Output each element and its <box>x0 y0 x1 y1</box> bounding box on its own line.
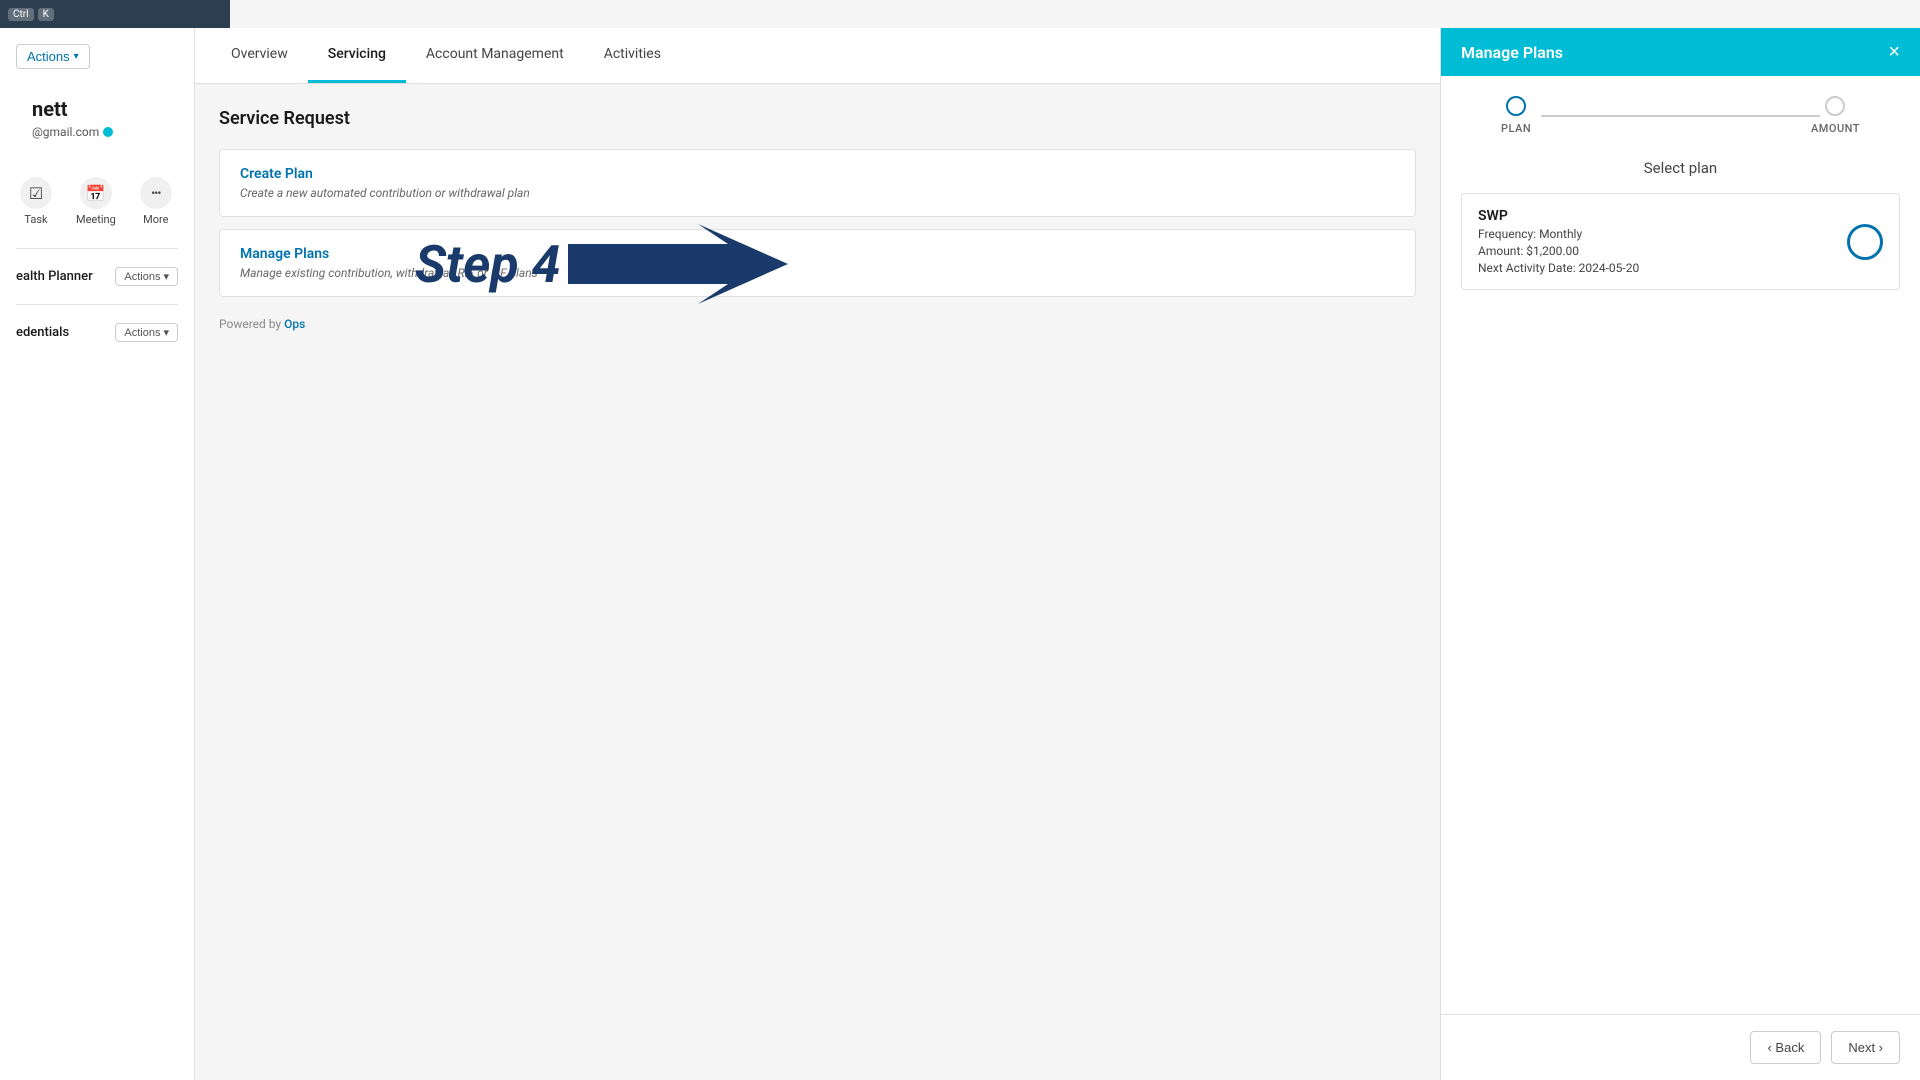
panel-close-button[interactable]: × <box>1888 42 1900 62</box>
plan-next-activity: Next Activity Date: 2024-05-20 <box>1478 261 1639 275</box>
manage-plans-panel: Manage Plans × PLAN AMOUNT Select plan S… <box>1440 28 1920 1080</box>
credentials-label: edentials <box>16 325 69 340</box>
task-button[interactable]: ☑ Task <box>8 171 64 232</box>
more-label: More <box>143 213 168 226</box>
plan-radio-button[interactable] <box>1847 224 1883 260</box>
create-plan-desc: Create a new automated contribution or w… <box>240 186 1395 200</box>
tab-account-management[interactable]: Account Management <box>406 28 584 83</box>
step-amount: AMOUNT <box>1811 96 1860 135</box>
ops-link[interactable]: Ops <box>284 317 305 331</box>
health-planner-label: ealth Planner <box>16 269 93 284</box>
manage-plans-card[interactable]: Manage Plans Manage existing contributio… <box>219 229 1416 297</box>
panel-body: PLAN AMOUNT Select plan SWP Frequency: M… <box>1441 76 1920 1014</box>
manage-plans-desc: Manage existing contribution, withdrawal… <box>240 266 1395 280</box>
tab-servicing[interactable]: Servicing <box>308 28 406 83</box>
task-icon: ☑ <box>20 177 52 209</box>
select-plan-title: Select plan <box>1461 159 1900 177</box>
quick-actions-row: ☑ Task 📅 Meeting ••• More <box>0 163 194 240</box>
step-amount-label: AMOUNT <box>1811 122 1860 135</box>
progress-steps: PLAN AMOUNT <box>1461 96 1900 135</box>
health-planner-section: ealth Planner Actions ▾ <box>0 257 194 296</box>
content-area: Service Request Create Plan Create a new… <box>195 84 1440 1080</box>
meeting-button[interactable]: 📅 Meeting <box>64 171 128 232</box>
plan-info: SWP Frequency: Monthly Amount: $1,200.00… <box>1478 208 1639 275</box>
plan-amount: Amount: $1,200.00 <box>1478 244 1639 258</box>
tab-activities[interactable]: Activities <box>584 28 681 83</box>
panel-footer: ‹ Back Next › <box>1441 1014 1920 1080</box>
user-name: nett <box>16 81 178 125</box>
sidebar: Actions ▾ nett @gmail.com ☑ Task 📅 Meeti… <box>0 28 195 1080</box>
service-request-title: Service Request <box>219 108 1416 129</box>
sidebar-divider-1 <box>16 248 178 249</box>
tab-overview[interactable]: Overview <box>211 28 308 83</box>
back-button[interactable]: ‹ Back <box>1750 1031 1821 1064</box>
step-plan-label: PLAN <box>1501 122 1531 135</box>
manage-plans-title: Manage Plans <box>240 246 1395 262</box>
more-icon: ••• <box>140 177 172 209</box>
credentials-section: edentials Actions ▾ <box>0 313 194 352</box>
powered-by: Powered by Ops <box>219 317 1416 331</box>
actions-label: Actions <box>27 49 70 64</box>
task-label: Task <box>24 213 47 226</box>
email-verified-icon <box>103 127 113 137</box>
actions-arrow-icon: ▾ <box>74 51 79 62</box>
step-plan: PLAN <box>1501 96 1531 135</box>
credentials-actions-button[interactable]: Actions ▾ <box>115 323 178 342</box>
plan-radio-inner <box>1860 237 1870 247</box>
plan-frequency: Frequency: Monthly <box>1478 227 1639 241</box>
sidebar-divider-2 <box>16 304 178 305</box>
create-plan-card[interactable]: Create Plan Create a new automated contr… <box>219 149 1416 217</box>
more-button[interactable]: ••• More <box>128 171 184 232</box>
user-email: @gmail.com <box>16 125 178 151</box>
shortcut-ctrl: Ctrl <box>8 8 34 21</box>
meeting-label: Meeting <box>76 213 116 226</box>
progress-line <box>1541 115 1820 117</box>
next-button[interactable]: Next › <box>1831 1031 1900 1064</box>
sidebar-actions-area: Actions ▾ <box>0 36 194 77</box>
create-plan-title: Create Plan <box>240 166 1395 182</box>
panel-title: Manage Plans <box>1461 43 1563 62</box>
meeting-icon: 📅 <box>80 177 112 209</box>
tabs-bar: Overview Servicing Account Management Ac… <box>195 28 1440 84</box>
plan-name: SWP <box>1478 208 1639 224</box>
health-planner-actions-button[interactable]: Actions ▾ <box>115 267 178 286</box>
plan-card[interactable]: SWP Frequency: Monthly Amount: $1,200.00… <box>1461 193 1900 290</box>
actions-button[interactable]: Actions ▾ <box>16 44 90 69</box>
step-plan-circle <box>1506 96 1526 116</box>
step-amount-circle <box>1825 96 1845 116</box>
shortcut-k: K <box>38 8 54 21</box>
panel-header: Manage Plans × <box>1441 28 1920 76</box>
